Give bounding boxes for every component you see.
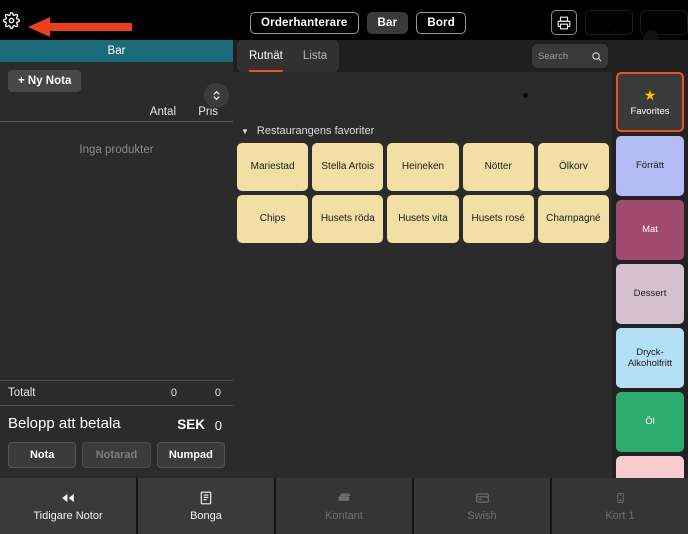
cash-icon bbox=[336, 490, 353, 506]
product-area: Rutnät Lista Search ▼ Restaurangens favo… bbox=[233, 40, 612, 478]
bottom-button-label: Tidigare Notor bbox=[33, 510, 103, 522]
product-grid: Mariestad Stella Artois Heineken Nötter … bbox=[237, 143, 609, 243]
bottom-action-bar: Tidigare Notor Bonga Kontant Swish Kort … bbox=[0, 478, 688, 534]
product-tile[interactable]: Husets röda bbox=[312, 195, 384, 243]
product-tile[interactable]: Chips bbox=[237, 195, 309, 243]
chevron-up-down-icon[interactable] bbox=[204, 83, 229, 108]
product-group-label: Restaurangens favoriter bbox=[256, 125, 375, 137]
category-mat[interactable]: Mat bbox=[616, 200, 684, 260]
top-nav: Orderhanterare Bar Bord bbox=[250, 12, 466, 34]
card-terminal-button[interactable]: Kort 1 bbox=[552, 478, 688, 534]
terminal-icon bbox=[615, 490, 626, 506]
nota-button[interactable]: Nota bbox=[8, 442, 77, 468]
search-placeholder: Search bbox=[538, 50, 569, 62]
swish-button[interactable]: Swish bbox=[414, 478, 550, 534]
star-icon: ★ bbox=[643, 86, 657, 103]
view-tabs: Rutnät Lista bbox=[237, 40, 340, 72]
gear-icon[interactable] bbox=[3, 12, 20, 29]
top-bar: Orderhanterare Bar Bord . bbox=[0, 0, 688, 46]
column-header-qty: Antal bbox=[149, 106, 176, 118]
new-note-button[interactable]: + Ny Nota bbox=[8, 70, 82, 92]
order-column-headers: Antal Pris bbox=[0, 83, 233, 122]
category-label: Öl bbox=[645, 416, 655, 428]
category-sidebar: ★ Favorites Förrätt Mat Dessert Dryck-Al… bbox=[612, 40, 688, 478]
category-partial[interactable] bbox=[616, 456, 684, 478]
tab-lista[interactable]: Lista bbox=[303, 50, 327, 63]
notarad-button[interactable]: Notarad bbox=[82, 442, 151, 468]
search-input[interactable]: Search bbox=[532, 44, 608, 68]
annotation-arrow-icon bbox=[28, 17, 132, 37]
bottom-button-label: Bonga bbox=[190, 510, 222, 522]
rewind-icon bbox=[60, 490, 76, 506]
totals-label: Totalt bbox=[8, 387, 36, 399]
numpad-button[interactable]: Numpad bbox=[156, 442, 225, 468]
category-ol[interactable]: Öl bbox=[616, 392, 684, 452]
product-tile[interactable]: Husets rosé bbox=[462, 195, 534, 243]
totals-row: Totalt 0 0 bbox=[0, 380, 233, 406]
bottom-button-label: Swish bbox=[467, 510, 497, 522]
product-tile[interactable]: Stella Artois bbox=[312, 143, 384, 191]
new-note-row: + Ny Nota bbox=[0, 62, 233, 100]
totals-qty: 0 bbox=[170, 387, 177, 399]
view-tabs-bar: Rutnät Lista Search bbox=[233, 40, 612, 72]
pos-app: Orderhanterare Bar Bord . Bar + Ny Nota … bbox=[0, 0, 688, 534]
product-tile[interactable]: Heineken bbox=[387, 143, 459, 191]
category-forratt[interactable]: Förrätt bbox=[616, 136, 684, 196]
order-panel: Bar + Ny Nota Antal Pris Inga produkter … bbox=[0, 40, 233, 478]
category-label: Favorites bbox=[630, 105, 670, 117]
nav-button-orderhanterare[interactable]: Orderhanterare bbox=[250, 12, 359, 34]
amount-due-label: Belopp att betala bbox=[8, 415, 121, 432]
order-action-buttons: Nota Notarad Numpad bbox=[0, 442, 233, 478]
amount-due-currency: SEK bbox=[177, 417, 205, 432]
product-group-header[interactable]: ▼ Restaurangens favoriter bbox=[241, 125, 374, 137]
previous-notes-button[interactable]: Tidigare Notor bbox=[0, 478, 136, 534]
order-panel-header: Bar bbox=[0, 40, 233, 62]
receipt-icon bbox=[199, 490, 213, 506]
nav-button-bar[interactable]: Bar bbox=[366, 12, 409, 34]
card-icon bbox=[474, 490, 491, 506]
category-label: Dryck-Alkoholfritt bbox=[627, 346, 673, 369]
printer-icon[interactable] bbox=[551, 10, 577, 35]
amount-due-value: 0 bbox=[214, 418, 222, 433]
tab-rutnat[interactable]: Rutnät bbox=[249, 50, 283, 72]
product-tile[interactable]: Mariestad bbox=[237, 143, 309, 191]
toolbar-overflow-button-a[interactable]: . bbox=[585, 10, 633, 35]
product-tile[interactable]: Nötter bbox=[462, 143, 534, 191]
amount-due-row: Belopp att betala SEK 0 bbox=[0, 406, 233, 442]
category-dessert[interactable]: Dessert bbox=[616, 264, 684, 324]
category-label: Mat bbox=[642, 224, 658, 236]
cash-button[interactable]: Kontant bbox=[276, 478, 412, 534]
bottom-button-label: Kontant bbox=[325, 510, 363, 522]
category-favorites[interactable]: ★ Favorites bbox=[616, 72, 684, 132]
category-dryck-alkoholfritt[interactable]: Dryck-Alkoholfritt bbox=[616, 328, 684, 388]
product-tile[interactable]: Ölkorv bbox=[537, 143, 609, 191]
search-icon bbox=[591, 51, 602, 62]
scroll-indicator-dot bbox=[523, 93, 528, 98]
product-tile[interactable]: Champagné bbox=[537, 195, 609, 243]
empty-order-message: Inga produkter bbox=[79, 144, 154, 156]
order-items-list: Inga produkter bbox=[0, 122, 233, 380]
product-tile[interactable]: Husets vita bbox=[387, 195, 459, 243]
bonga-button[interactable]: Bonga bbox=[138, 478, 274, 534]
totals-price: 0 bbox=[214, 387, 221, 399]
category-label: Dessert bbox=[633, 288, 667, 300]
bottom-button-label: Kort 1 bbox=[605, 510, 635, 522]
category-label: Förrätt bbox=[636, 160, 664, 172]
nav-button-bord[interactable]: Bord bbox=[416, 12, 466, 34]
caret-down-icon: ▼ bbox=[241, 126, 249, 136]
